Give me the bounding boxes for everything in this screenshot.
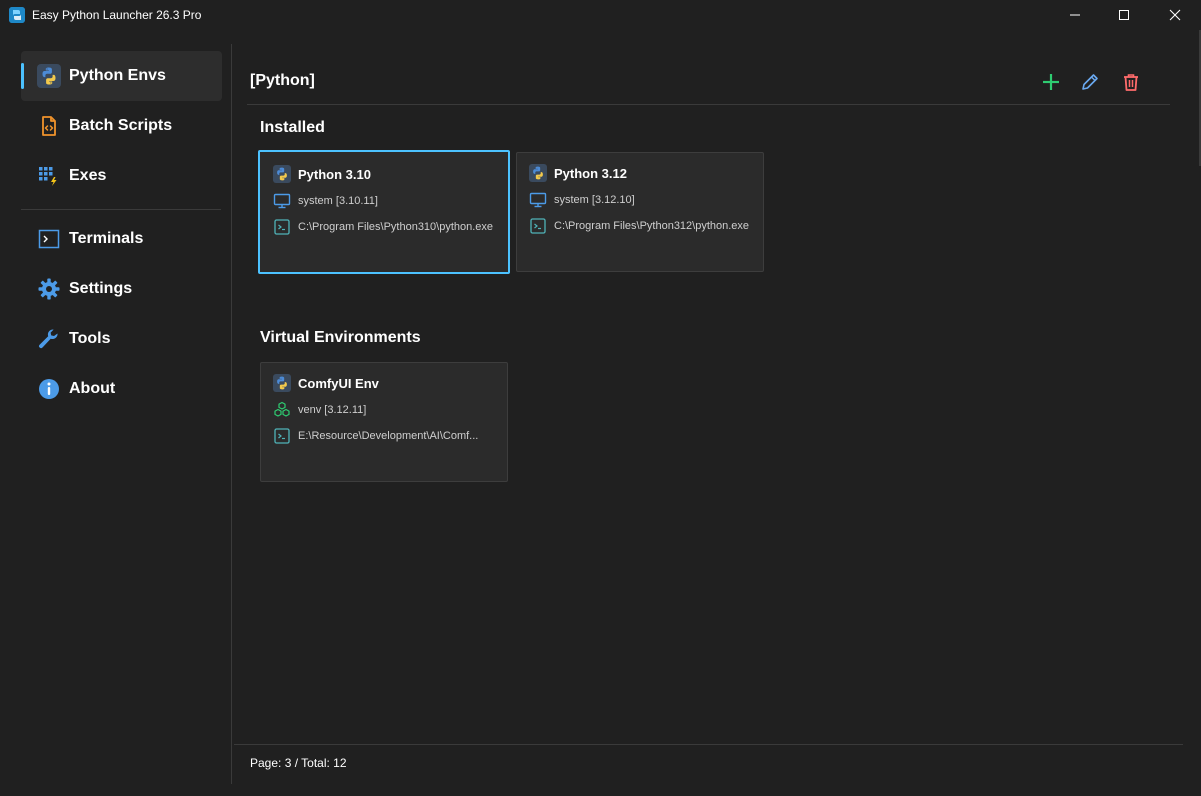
app-logo-icon [9, 7, 25, 23]
cubes-icon [274, 401, 290, 417]
trash-icon [1124, 74, 1138, 91]
maximize-button[interactable] [1101, 0, 1147, 30]
python-icon [273, 165, 291, 183]
sidebar-item-label: Tools [69, 330, 111, 347]
sidebar-item-label: About [69, 380, 116, 397]
env-card-python-310[interactable]: Python 3.10 system [3.10.11] C:\Program … [258, 150, 510, 274]
plus-icon [1043, 74, 1059, 90]
window-title: Easy Python Launcher 26.3 Pro [32, 8, 202, 22]
gear-icon [38, 278, 60, 300]
header-divider [247, 104, 1170, 105]
sidebar-item-about[interactable]: About [21, 364, 222, 414]
terminal-icon [530, 218, 546, 234]
card-name: ComfyUI Env [298, 375, 379, 391]
terminal-icon [38, 229, 60, 249]
edit-button[interactable] [1077, 69, 1103, 95]
section-title-virtual-environments: Virtual Environments [260, 329, 421, 346]
python-icon [37, 64, 61, 88]
section-title-installed: Installed [260, 119, 325, 136]
minimize-button[interactable] [1052, 0, 1098, 30]
card-meta: venv [3.12.11] [298, 404, 367, 416]
sidebar-item-label: Terminals [69, 230, 144, 247]
card-path: C:\Program Files\Python312\python.exe [554, 220, 750, 232]
sidebar-item-tools[interactable]: Tools [21, 314, 222, 364]
add-button[interactable] [1038, 69, 1064, 95]
wrench-icon [39, 329, 58, 349]
card-path: C:\Program Files\Python310\python.exe [298, 221, 494, 233]
sidebar-separator [231, 44, 232, 784]
delete-button[interactable] [1118, 69, 1144, 95]
sidebar: Python Envs Batch Scripts Exes Terminals [0, 44, 230, 784]
sidebar-divider [21, 209, 221, 210]
sidebar-item-label: Settings [69, 280, 133, 297]
title-bar[interactable]: Easy Python Launcher 26.3 Pro [0, 0, 1201, 30]
card-meta: system [3.10.11] [298, 195, 378, 207]
card-meta: system [3.12.10] [554, 194, 635, 206]
sidebar-item-python-envs[interactable]: Python Envs [21, 51, 222, 101]
page-title: [Python] [250, 72, 315, 89]
sidebar-item-label: Python Envs [69, 67, 166, 84]
pagination-status: Page: 3 / Total: 12 [250, 756, 347, 770]
card-path: E:\Resource\Development\AI\Comf... [298, 430, 479, 442]
python-icon [273, 374, 291, 392]
sidebar-item-settings[interactable]: Settings [21, 264, 222, 314]
sidebar-item-terminals[interactable]: Terminals [21, 214, 222, 264]
card-name: Python 3.10 [298, 166, 371, 182]
python-icon [529, 164, 547, 182]
exe-grid-icon [39, 167, 57, 186]
env-card-comfyui[interactable]: ComfyUI Env venv [3.12.11] E:\Resource\D… [260, 362, 508, 482]
env-card-python-312[interactable]: Python 3.12 system [3.12.10] C:\Program … [516, 152, 764, 272]
terminal-icon [274, 428, 290, 444]
sidebar-item-label: Exes [69, 167, 107, 184]
sidebar-item-exes[interactable]: Exes [21, 151, 222, 201]
info-icon [39, 379, 59, 399]
sidebar-item-batch-scripts[interactable]: Batch Scripts [21, 101, 222, 151]
maximize-icon [1119, 10, 1129, 20]
card-name: Python 3.12 [554, 165, 627, 181]
close-icon [1169, 9, 1181, 21]
sidebar-item-label: Batch Scripts [69, 117, 173, 134]
pencil-icon [1082, 74, 1098, 90]
footer-divider [234, 744, 1183, 745]
close-button[interactable] [1152, 0, 1198, 30]
monitor-icon [529, 192, 547, 208]
script-file-icon [42, 116, 56, 136]
monitor-icon [273, 193, 291, 209]
terminal-icon [274, 219, 290, 235]
minimize-icon [1070, 14, 1080, 16]
